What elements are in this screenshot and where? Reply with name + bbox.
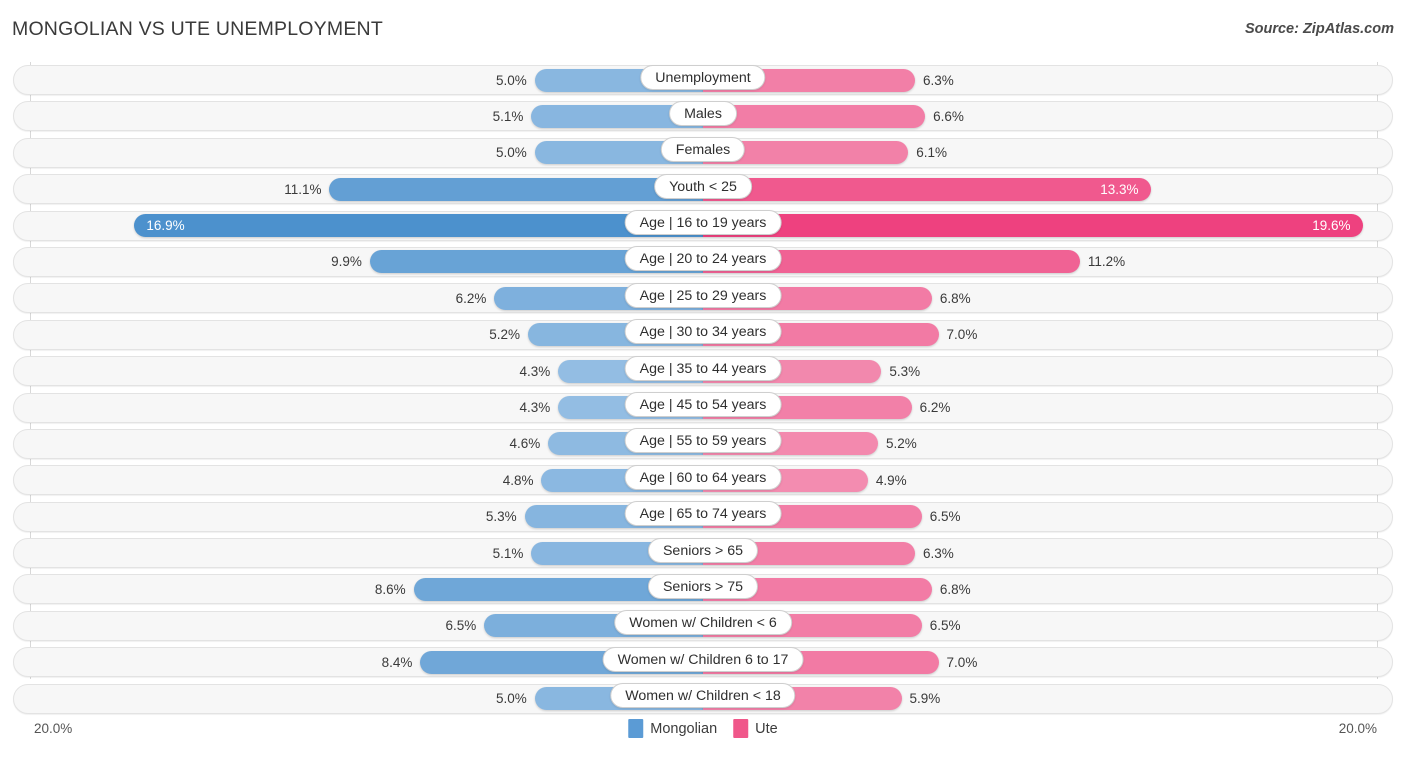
bar-row: 4.8% 4.9% Age | 60 to 64 years — [0, 462, 1406, 498]
bar-rows: 5.0% 6.3% Unemployment 5.1% 6.6% Males 5.0% 6.1… — [0, 62, 1406, 717]
axis-label-right: 20.0% — [1338, 721, 1377, 736]
category-label: Women w/ Children < 6 — [614, 610, 792, 636]
bar-ute[interactable] — [703, 177, 1151, 201]
bar-row: 11.1% 13.3% Youth < 25 — [0, 171, 1406, 207]
bar-row: 4.3% 5.3% Age | 35 to 44 years — [0, 353, 1406, 389]
value-label-mongolian: 11.1% — [284, 181, 322, 197]
value-label-ute: 11.2% — [1087, 254, 1126, 270]
category-label: Females — [660, 137, 746, 163]
page-title: MONGOLIAN VS UTE UNEMPLOYMENT — [12, 18, 383, 40]
category-label: Age | 60 to 64 years — [624, 464, 782, 490]
bar-mongolian[interactable] — [329, 177, 703, 201]
value-label-ute: 6.8% — [939, 290, 971, 306]
bar-row: 5.0% 6.1% Females — [0, 135, 1406, 171]
value-label-mongolian: 9.9% — [331, 254, 362, 270]
value-label-mongolian: 4.3% — [519, 363, 551, 379]
category-label: Unemployment — [640, 64, 766, 90]
bar-row: 5.0% 5.9% Women w/ Children < 18 — [0, 681, 1406, 717]
bar-row: 6.2% 6.8% Age | 25 to 29 years — [0, 280, 1406, 316]
category-label: Women w/ Children < 18 — [610, 683, 796, 709]
category-label: Seniors > 75 — [647, 573, 759, 599]
value-label-ute: 5.2% — [885, 436, 917, 452]
legend-label: Mongolian — [650, 720, 718, 737]
value-label-ute: 7.0% — [946, 654, 978, 670]
bar-row: 5.1% 6.3% Seniors > 65 — [0, 535, 1406, 571]
bar-row: 16.9% 19.6% Age | 16 to 19 years — [0, 208, 1406, 244]
category-label: Women w/ Children 6 to 17 — [602, 646, 804, 672]
category-label: Age | 30 to 34 years — [624, 319, 782, 345]
bar-row: 9.9% 11.2% Age | 20 to 24 years — [0, 244, 1406, 280]
category-label: Age | 20 to 24 years — [624, 246, 782, 272]
plot-area: 5.0% 6.3% Unemployment 5.1% 6.6% Males 5.0% 6.1… — [0, 62, 1406, 717]
bar-mongolian[interactable] — [134, 214, 703, 238]
category-label: Males — [669, 100, 737, 126]
value-label-ute: 4.9% — [875, 472, 907, 488]
value-label-mongolian: 5.3% — [485, 509, 517, 525]
value-label-ute: 6.6% — [933, 108, 964, 124]
value-label-ute: 7.0% — [946, 327, 978, 343]
value-label-ute: 6.3% — [922, 72, 954, 88]
value-label-ute: 6.2% — [919, 400, 951, 416]
chart-header: MONGOLIAN VS UTE UNEMPLOYMENT Source: Zi… — [0, 0, 1406, 62]
value-label-mongolian: 4.6% — [509, 436, 541, 452]
value-label-mongolian: 5.0% — [495, 145, 527, 161]
value-label-mongolian: 5.0% — [495, 72, 527, 88]
value-label-ute: 5.9% — [909, 691, 941, 707]
value-label-mongolian: 16.9% — [146, 218, 185, 234]
bar-ute[interactable] — [703, 214, 1363, 238]
value-label-ute: 6.5% — [929, 509, 961, 525]
source-attribution: Source: ZipAtlas.com — [1244, 21, 1394, 37]
value-label-mongolian: 5.2% — [489, 327, 521, 343]
value-label-ute: 6.5% — [929, 618, 961, 634]
chart-legend: Mongolian Ute — [628, 719, 778, 738]
category-label: Youth < 25 — [654, 173, 752, 199]
category-label: Age | 25 to 29 years — [624, 282, 782, 308]
bar-row: 4.6% 5.2% Age | 55 to 59 years — [0, 426, 1406, 462]
legend-item[interactable]: Ute — [733, 719, 778, 738]
bar-row: 6.5% 6.5% Women w/ Children < 6 — [0, 608, 1406, 644]
category-label: Age | 55 to 59 years — [624, 428, 782, 454]
category-label: Age | 35 to 44 years — [624, 355, 782, 381]
legend-label: Ute — [755, 720, 778, 737]
value-label-mongolian: 8.6% — [374, 581, 406, 597]
value-label-mongolian: 5.1% — [492, 545, 524, 561]
axis-label-left: 20.0% — [34, 721, 73, 736]
value-label-mongolian: 4.8% — [502, 472, 534, 488]
value-label-mongolian: 5.1% — [492, 108, 524, 124]
value-label-ute: 5.3% — [889, 363, 921, 379]
value-label-mongolian: 6.5% — [445, 618, 477, 634]
bar-row: 5.1% 6.6% Males — [0, 98, 1406, 134]
category-label: Seniors > 65 — [647, 537, 759, 563]
value-label-ute: 6.1% — [916, 145, 948, 161]
value-label-ute: 13.3% — [1100, 181, 1139, 197]
value-label-ute: 6.8% — [939, 581, 971, 597]
bar-row: 8.6% 6.8% Seniors > 75 — [0, 571, 1406, 607]
bar-row: 8.4% 7.0% Women w/ Children 6 to 17 — [0, 644, 1406, 680]
bar-row: 5.3% 6.5% Age | 65 to 74 years — [0, 499, 1406, 535]
category-label: Age | 45 to 54 years — [624, 392, 782, 418]
value-label-mongolian: 6.2% — [455, 290, 487, 306]
legend-swatch-icon — [628, 719, 644, 738]
bar-row: 5.0% 6.3% Unemployment — [0, 62, 1406, 98]
legend-item[interactable]: Mongolian — [628, 719, 717, 738]
category-label: Age | 65 to 74 years — [624, 501, 782, 527]
bar-row: 5.2% 7.0% Age | 30 to 34 years — [0, 317, 1406, 353]
value-label-ute: 6.3% — [922, 545, 954, 561]
value-label-mongolian: 5.0% — [495, 691, 527, 707]
category-label: Age | 16 to 19 years — [624, 210, 782, 236]
chart-container: MONGOLIAN VS UTE UNEMPLOYMENT Source: Zi… — [0, 0, 1406, 757]
chart-footer: 20.0% Mongolian Ute 20.0% — [0, 717, 1406, 757]
legend-swatch-icon — [733, 719, 749, 738]
value-label-mongolian: 8.4% — [381, 654, 413, 670]
bar-row: 4.3% 6.2% Age | 45 to 54 years — [0, 390, 1406, 426]
value-label-ute: 19.6% — [1312, 218, 1351, 234]
value-label-mongolian: 4.3% — [519, 400, 551, 416]
